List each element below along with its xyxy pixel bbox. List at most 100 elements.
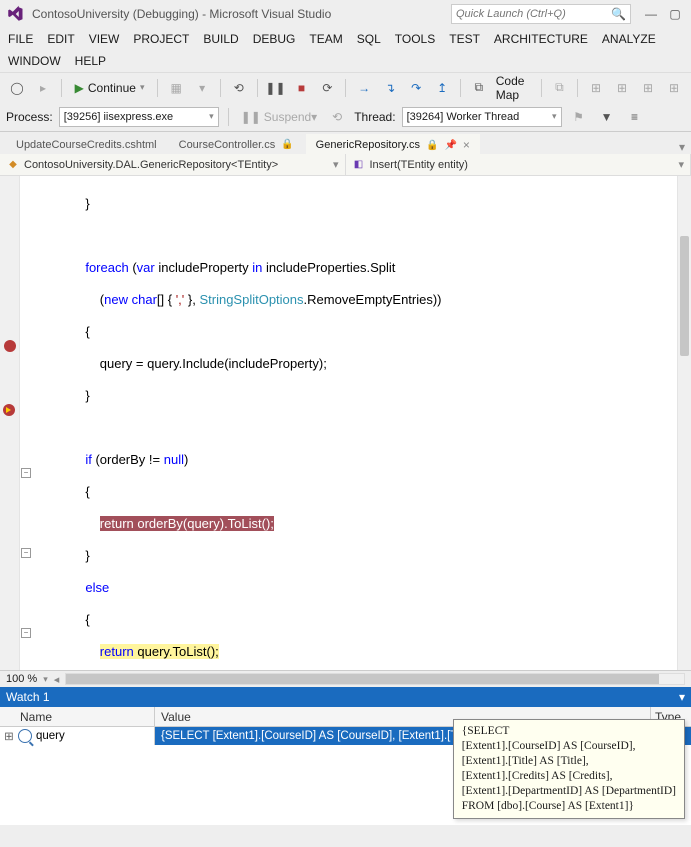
value-tooltip: {SELECT [Extent1].[CourseID] AS [CourseI… [453, 719, 685, 819]
tab-overflow-button[interactable]: ▾ [679, 140, 685, 154]
member-nav-combo[interactable]: ◧ Insert(TEntity entity) ▾ [346, 154, 691, 175]
menu-team[interactable]: TEAM [309, 32, 342, 46]
menu-view[interactable]: VIEW [89, 32, 120, 46]
menu-project[interactable]: PROJECT [133, 32, 189, 46]
separator [460, 79, 461, 97]
stop-button[interactable]: ■ [290, 77, 312, 99]
menu-window[interactable]: WINDOW [8, 54, 61, 68]
minimize-button[interactable]: — [639, 4, 663, 24]
continue-button[interactable]: ▶ Continue ▾ [69, 77, 151, 99]
codemap-label[interactable]: Code Map [494, 74, 534, 102]
member-nav-label: Insert(TEntity entity) [370, 159, 468, 171]
tb-icon[interactable]: ▾ [191, 77, 213, 99]
stack-icon[interactable]: ≡ [624, 106, 646, 128]
scroll-thumb[interactable] [680, 236, 689, 356]
col-header-name[interactable]: Name [0, 707, 155, 726]
close-icon[interactable]: × [463, 138, 470, 152]
tab-coursecontroller[interactable]: CourseController.cs🔒 [169, 134, 304, 154]
tb-icon[interactable]: ⊞ [663, 77, 685, 99]
code-editor[interactable]: − − − } foreach (var includeProperty in … [0, 176, 691, 670]
menu-tools[interactable]: TOOLS [395, 32, 435, 46]
tb-icon[interactable]: ▦ [165, 77, 187, 99]
zoom-level[interactable]: 100 % [6, 673, 37, 685]
quick-launch-input[interactable] [456, 8, 611, 20]
fold-gutter[interactable]: − − − [20, 176, 34, 670]
type-nav-label: ContosoUniversity.DAL.GenericRepository<… [24, 159, 278, 171]
quick-launch[interactable]: 🔍 [451, 4, 631, 24]
code-line: } [42, 196, 691, 212]
menu-bar-2: WINDOW HELP [0, 50, 691, 72]
step-out-button[interactable]: ↥ [431, 77, 453, 99]
menu-file[interactable]: FILE [8, 32, 33, 46]
fold-button[interactable]: − [21, 548, 31, 558]
tab-label: GenericRepository.cs [316, 139, 420, 151]
watch-header[interactable]: Watch 1 ▾ [0, 687, 691, 707]
title-bar: ContosoUniversity (Debugging) - Microsof… [0, 0, 691, 28]
dropdown-icon: ▾ [140, 82, 145, 93]
vertical-scrollbar[interactable] [677, 176, 691, 670]
menu-edit[interactable]: EDIT [47, 32, 74, 46]
step-into-button[interactable]: ↴ [379, 77, 401, 99]
nav-fwd-button[interactable]: ▸ [32, 77, 54, 99]
code-line [42, 228, 691, 244]
fold-button[interactable]: − [21, 468, 31, 478]
code-line: query = query.Include(includeProperty); [42, 356, 691, 372]
menu-sql[interactable]: SQL [357, 32, 381, 46]
tab-label: CourseController.cs [179, 139, 276, 151]
tb-icon[interactable]: ⊞ [611, 77, 633, 99]
tab-label: UpdateCourseCredits.cshtml [16, 139, 157, 151]
flag-icon[interactable]: ⚑ [568, 106, 590, 128]
separator [157, 79, 158, 97]
breakpoint-gutter[interactable] [0, 176, 20, 670]
tab-genericrepository[interactable]: GenericRepository.cs 🔒 📌 × [306, 134, 480, 154]
menu-test[interactable]: TEST [449, 32, 480, 46]
code-line: foreach (var includeProperty in includeP… [42, 260, 691, 276]
scroll-left-icon[interactable]: ◂ [54, 673, 60, 686]
process-combo[interactable]: [39256] iisexpress.exe▾ [59, 107, 219, 127]
menu-help[interactable]: HELP [75, 54, 106, 68]
nav-back-button[interactable]: ◯ [6, 77, 28, 99]
menu-build[interactable]: BUILD [203, 32, 238, 46]
pause-button[interactable]: ❚❚ [264, 77, 286, 99]
breakpoint-icon[interactable] [4, 340, 16, 352]
code-line: { [42, 324, 691, 340]
tab-updatecoursecredits[interactable]: UpdateCourseCredits.cshtml [6, 134, 167, 154]
code-area[interactable]: } foreach (var includeProperty in includ… [34, 176, 691, 670]
editor-tabs: UpdateCourseCredits.cshtml CourseControl… [0, 132, 691, 154]
fold-button[interactable]: − [21, 628, 31, 638]
dropdown-icon: ▾ [678, 158, 684, 171]
tb-icon[interactable]: ⊞ [637, 77, 659, 99]
code-line: } [42, 548, 691, 564]
menu-debug[interactable]: DEBUG [253, 32, 296, 46]
dropdown-icon[interactable]: ▾ [43, 674, 48, 685]
restart-button[interactable]: ⟳ [316, 77, 338, 99]
scroll-thumb[interactable] [66, 674, 659, 684]
suspend-button[interactable]: ❚❚ Suspend ▾ [238, 106, 321, 128]
filter-icon[interactable]: ▼ [596, 106, 618, 128]
menu-architecture[interactable]: ARCHITECTURE [494, 32, 588, 46]
vs-logo-icon [4, 3, 26, 25]
thread-combo[interactable]: [39264] Worker Thread▾ [402, 107, 562, 127]
maximize-button[interactable]: ▢ [663, 4, 687, 24]
tb-icon[interactable]: ⧉ [548, 77, 570, 99]
method-icon: ◧ [352, 158, 366, 172]
tb-icon[interactable]: ⟲ [228, 77, 250, 99]
tb-icon[interactable]: ⊞ [585, 77, 607, 99]
current-statement-icon[interactable] [3, 404, 15, 416]
step-over-button[interactable]: ↷ [405, 77, 427, 99]
panel-menu-icon[interactable]: ▾ [679, 690, 685, 704]
separator [257, 79, 258, 97]
type-nav-combo[interactable]: ◆ ContosoUniversity.DAL.GenericRepositor… [0, 154, 346, 175]
pin-icon[interactable]: 📌 [444, 140, 456, 151]
expand-icon[interactable]: ⊞ [4, 729, 14, 743]
menu-analyze[interactable]: ANALYZE [602, 32, 656, 46]
code-line: return orderBy(query).ToList(); [42, 516, 691, 532]
code-line [42, 420, 691, 436]
horizontal-scrollbar[interactable] [65, 673, 685, 685]
visualizer-icon[interactable] [18, 729, 32, 743]
thread-label: Thread: [354, 110, 395, 124]
codemap-icon[interactable]: ⧉ [468, 77, 490, 99]
cycle-icon[interactable]: ⟲ [326, 106, 348, 128]
separator [345, 79, 346, 97]
show-next-stmt-button[interactable]: → [353, 77, 375, 99]
